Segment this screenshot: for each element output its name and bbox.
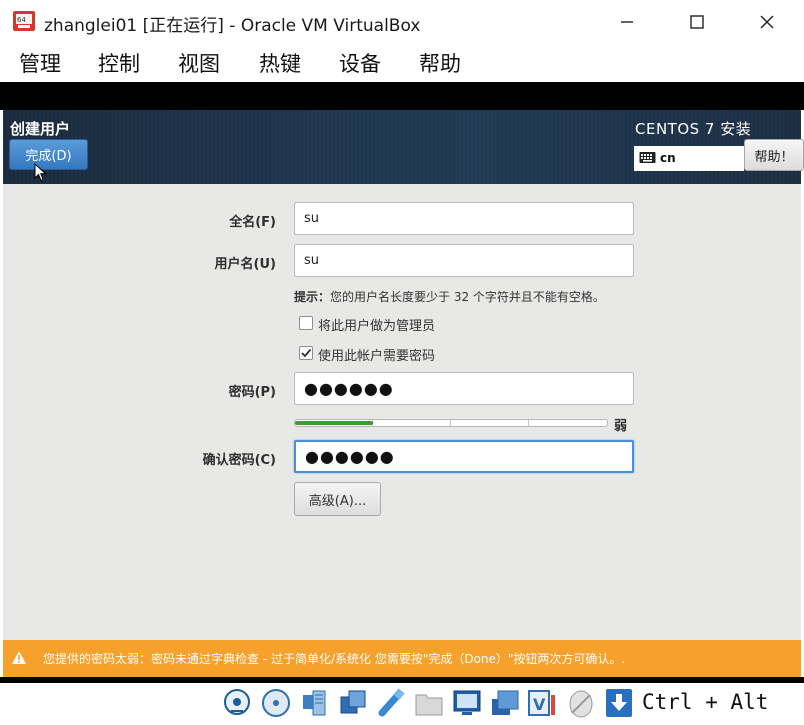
username-input[interactable]: su: [294, 244, 634, 277]
strength-fill: [295, 421, 373, 425]
svg-text:64: 64: [17, 16, 26, 24]
password-strength-bar: [294, 419, 608, 427]
require-password-checkbox[interactable]: [299, 346, 313, 360]
maximize-button[interactable]: [667, 4, 727, 40]
password-label: 密码(P): [228, 385, 276, 400]
fullname-input[interactable]: su: [294, 202, 634, 235]
hint-prefix: 提示：: [294, 290, 331, 304]
window-title: zhanglei01 [正在运行] - Oracle VM VirtualBox: [44, 16, 421, 36]
optical-drive-icon[interactable]: [261, 687, 291, 719]
menu-item-view[interactable]: 视图: [178, 48, 220, 78]
maximize-icon: [690, 15, 704, 29]
help-button[interactable]: 帮助！: [744, 139, 804, 171]
virtualbox-app-icon: 64: [13, 11, 35, 31]
minimize-button[interactable]: [597, 4, 657, 40]
spoke-title: 创建用户: [10, 120, 71, 138]
admin-checkbox-label: 将此用户做为管理员: [318, 319, 436, 334]
recording-icon[interactable]: [490, 687, 520, 719]
mouse-integration-icon[interactable]: [566, 687, 596, 719]
username-label: 用户名(U): [214, 257, 276, 272]
host-key-arrow-icon[interactable]: [604, 687, 634, 719]
svg-text:V: V: [533, 695, 546, 714]
menu-item-help[interactable]: 帮助: [419, 48, 461, 78]
menu-item-hotkey[interactable]: 热键: [259, 48, 301, 78]
fullname-label: 全名(F): [229, 215, 276, 230]
checkmark-icon: [301, 348, 312, 358]
strength-segment: [373, 420, 451, 426]
close-icon: [760, 15, 774, 29]
host-key-label: Ctrl + Alt: [642, 690, 769, 714]
keyboard-layout-label: cn: [660, 151, 676, 165]
warning-icon: [12, 651, 26, 664]
vm-top-border: [0, 82, 804, 110]
menu-item-devices[interactable]: 设备: [339, 48, 381, 78]
minimize-icon: [621, 21, 633, 23]
usb-icon[interactable]: [376, 687, 406, 719]
admin-checkbox[interactable]: [299, 316, 313, 330]
virtualization-icon[interactable]: V: [527, 687, 557, 719]
network-icon[interactable]: [338, 687, 368, 719]
keyboard-icon: [639, 152, 656, 163]
mouse-cursor-icon: [34, 163, 47, 182]
confirm-password-label: 确认密码(C): [202, 453, 276, 468]
username-hint: 提示：您的用户名长度要少于 32 个字符并且不能有空格。: [294, 288, 605, 305]
product-title: CENTOS 7 安装: [635, 120, 752, 138]
menu-item-manage[interactable]: 管理: [19, 48, 61, 78]
warning-message: 您提供的密码太弱：密码未通过字典检查 - 过于简单化/系统化 您需要按"完成（D…: [43, 652, 626, 666]
audio-icon[interactable]: [299, 687, 329, 719]
hint-text: 您的用户名长度要少于 32 个字符并且不能有空格。: [330, 290, 605, 304]
close-button[interactable]: [737, 4, 797, 40]
advanced-button[interactable]: 高级(A)...: [294, 482, 381, 516]
shared-folder-icon[interactable]: [414, 687, 444, 719]
confirm-password-input[interactable]: ●●●●●●: [294, 440, 634, 473]
menu-item-control[interactable]: 控制: [98, 48, 140, 78]
strength-segment: [451, 420, 529, 426]
password-input[interactable]: ●●●●●●: [294, 372, 634, 405]
display-icon[interactable]: [452, 687, 482, 719]
require-password-label: 使用此帐户需要密码: [318, 349, 436, 364]
password-strength-label: 弱: [614, 419, 628, 434]
done-button[interactable]: 完成(D): [9, 139, 88, 170]
hard-disk-icon[interactable]: [222, 687, 252, 719]
